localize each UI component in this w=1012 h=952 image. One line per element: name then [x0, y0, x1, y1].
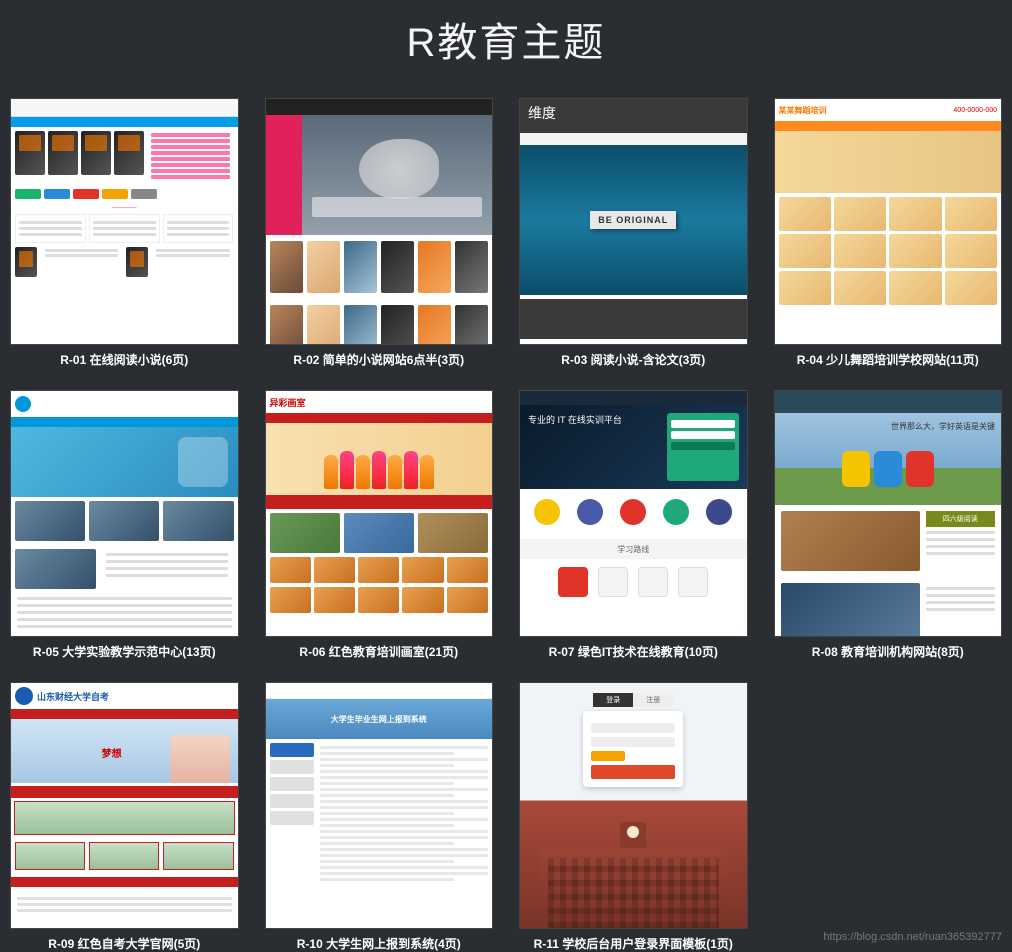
- tab-register: 注册: [633, 693, 673, 707]
- template-card-r03[interactable]: 维度 BE ORIGINAL R-03 阅读小说-含论文(3页): [519, 98, 748, 368]
- template-card-r08[interactable]: 世界那么大，学好英语是关键 四六级阅读 R-08 教育培训机构网站(8页): [774, 390, 1003, 660]
- cta-button: 四六级阅读: [926, 511, 996, 527]
- logo-text: 异彩画室: [270, 396, 306, 409]
- thumbnail: 大学生毕业生网上报到系统: [265, 682, 494, 929]
- caption: R-03 阅读小说-含论文(3页): [519, 345, 748, 368]
- brand-text: 维度: [520, 99, 747, 127]
- banner-text: 大学生毕业生网上报到系统: [331, 714, 427, 725]
- hero-badge: BE ORIGINAL: [590, 211, 676, 229]
- template-card-r04[interactable]: 某某舞蹈培训 400-0000-000 R-04 少儿舞蹈培训学校网站(11页): [774, 98, 1003, 368]
- tab-login: 登录: [593, 693, 633, 707]
- phone-text: 400-0000-000: [953, 107, 997, 114]
- caption: R-11 学校后台用户登录界面模板(1页): [519, 929, 748, 952]
- template-card-r07[interactable]: 专业的 IT 在线实训平台 学习路线 R-07 绿色IT技术在线教育(10页): [519, 390, 748, 660]
- template-card-r02[interactable]: R-02 简单的小说网站6点半(3页): [265, 98, 494, 368]
- logo-text: 某某舞蹈培训: [779, 105, 827, 116]
- thumbnail: [265, 98, 494, 345]
- thumbnail: [10, 390, 239, 637]
- caption: R-01 在线阅读小说(6页): [10, 345, 239, 368]
- template-card-r05[interactable]: R-05 大学实验教学示范中心(13页): [10, 390, 239, 660]
- caption: R-07 绿色IT技术在线教育(10页): [519, 637, 748, 660]
- template-grid: ───── R-01 在线阅读小说(6页): [0, 98, 1012, 952]
- site-title: 山东财经大学自考: [37, 690, 109, 703]
- thumbnail: 专业的 IT 在线实训平台 学习路线: [519, 390, 748, 637]
- hero-text: 专业的 IT 在线实训平台: [528, 413, 622, 481]
- caption: R-08 教育培训机构网站(8页): [774, 637, 1003, 660]
- slogan-text: 世界那么大，学好英语是关键: [891, 421, 995, 432]
- template-card-r09[interactable]: 山东财经大学自考 梦想 R-09 红色自考大学官网(5页): [10, 682, 239, 952]
- thumbnail: ─────: [10, 98, 239, 345]
- thumbnail: 世界那么大，学好英语是关键 四六级阅读: [774, 390, 1003, 637]
- thumbnail: 山东财经大学自考 梦想: [10, 682, 239, 929]
- thumbnail: 维度 BE ORIGINAL: [519, 98, 748, 345]
- caption: R-05 大学实验教学示范中心(13页): [10, 637, 239, 660]
- page-title: R教育主题: [0, 0, 1012, 98]
- caption: R-02 简单的小说网站6点半(3页): [265, 345, 494, 368]
- thumbnail: 异彩画室: [265, 390, 494, 637]
- template-card-r11[interactable]: 登录 注册 R-11 学校后台用户登录界面模板(1页): [519, 682, 748, 952]
- caption: R-10 大学生网上报到系统(4页): [265, 929, 494, 952]
- template-card-r10[interactable]: 大学生毕业生网上报到系统 R-10 大学生网上报到系统(4页): [265, 682, 494, 952]
- template-card-r01[interactable]: ───── R-01 在线阅读小说(6页): [10, 98, 239, 368]
- caption: R-04 少儿舞蹈培训学校网站(11页): [774, 345, 1003, 368]
- section-label: 学习路线: [520, 539, 747, 559]
- thumbnail: 某某舞蹈培训 400-0000-000: [774, 98, 1003, 345]
- caption: R-06 红色教育培训画室(21页): [265, 637, 494, 660]
- template-card-r06[interactable]: 异彩画室 R-06 红色教育培训画室(21页): [265, 390, 494, 660]
- watermark: https://blog.csdn.net/ruan365392777: [823, 931, 1002, 943]
- thumbnail: 登录 注册: [519, 682, 748, 929]
- caption: R-09 红色自考大学官网(5页): [10, 929, 239, 952]
